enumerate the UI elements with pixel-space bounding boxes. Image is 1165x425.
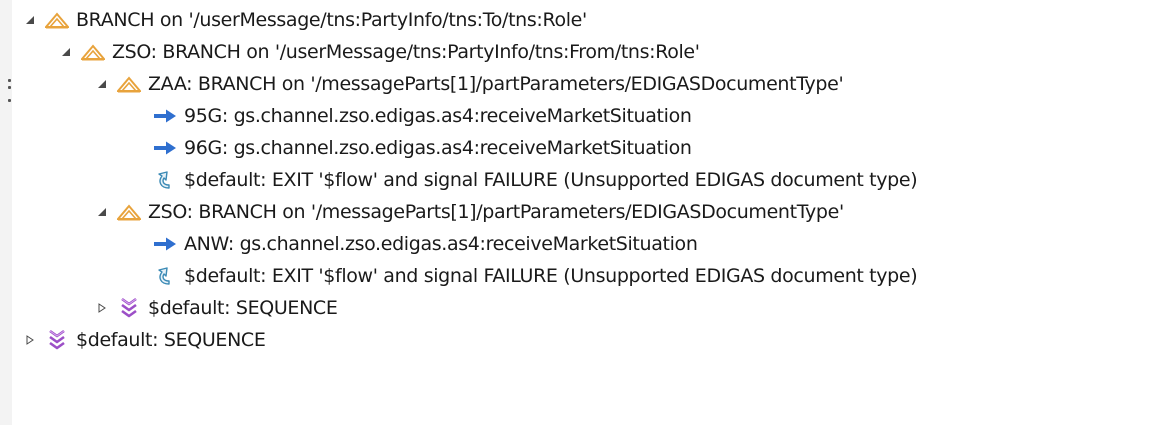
branch-icon [116, 73, 142, 95]
tree-node-zaa-branch-doctype[interactable]: ZAA: BRANCH on '/messageParts[1]/partPar… [94, 68, 844, 100]
tree-node-invoke-95g[interactable]: 95G: gs.channel.zso.edigas.as4:receiveMa… [152, 100, 692, 132]
branch-icon [116, 201, 142, 223]
exit-icon [152, 169, 178, 191]
expanded-triangle-icon[interactable] [94, 204, 110, 220]
branch-icon [44, 9, 70, 31]
branch-icon [80, 41, 106, 63]
tree-node-invoke-anw[interactable]: ANW: gs.channel.zso.edigas.as4:receiveMa… [152, 228, 698, 260]
expanded-triangle-icon[interactable] [58, 44, 74, 60]
gutter-marker [8, 99, 11, 102]
exit-icon [152, 265, 178, 287]
collapsed-triangle-icon[interactable] [94, 300, 110, 316]
tree-node-label: BRANCH on '/userMessage/tns:PartyInfo/tn… [76, 9, 587, 31]
collapsed-triangle-icon[interactable] [22, 332, 38, 348]
tree-node-zso-branch-doctype[interactable]: ZSO: BRANCH on '/messageParts[1]/partPar… [94, 196, 844, 228]
tree-node-label: ZAA: BRANCH on '/messageParts[1]/partPar… [148, 73, 844, 95]
tree-node-invoke-96g[interactable]: 96G: gs.channel.zso.edigas.as4:receiveMa… [152, 132, 692, 164]
sequence-icon [116, 297, 142, 319]
tree-node-default-sequence-outer[interactable]: $default: SEQUENCE [22, 324, 266, 356]
tree-node-label: 96G: gs.channel.zso.edigas.as4:receiveMa… [184, 137, 692, 159]
tree-node-label: ZSO: BRANCH on '/messageParts[1]/partPar… [148, 201, 844, 223]
tree-node-zso-branch-from-role[interactable]: ZSO: BRANCH on '/userMessage/tns:PartyIn… [58, 36, 700, 68]
invoke-arrow-icon [152, 105, 178, 127]
editor-gutter [0, 0, 12, 425]
tree-node-label: $default: EXIT '$flow' and signal FAILUR… [184, 265, 918, 287]
sequence-icon [44, 329, 70, 351]
tree-node-label: $default: SEQUENCE [148, 297, 338, 319]
tree-node-label: 95G: gs.channel.zso.edigas.as4:receiveMa… [184, 105, 692, 127]
tree-node-exit-default-zaa[interactable]: $default: EXIT '$flow' and signal FAILUR… [152, 164, 918, 196]
expanded-triangle-icon[interactable] [94, 76, 110, 92]
tree-node-branch-to-role[interactable]: BRANCH on '/userMessage/tns:PartyInfo/tn… [22, 4, 587, 36]
gutter-marker [8, 86, 11, 89]
tree-node-default-sequence-inner[interactable]: $default: SEQUENCE [94, 292, 338, 324]
gutter-marker [8, 79, 11, 82]
expanded-triangle-icon[interactable] [22, 12, 38, 28]
invoke-arrow-icon [152, 233, 178, 255]
tree-node-label: $default: SEQUENCE [76, 329, 266, 351]
tree-node-label: ZSO: BRANCH on '/userMessage/tns:PartyIn… [112, 41, 700, 63]
tree-node-label: $default: EXIT '$flow' and signal FAILUR… [184, 169, 918, 191]
tree-node-exit-default-zso[interactable]: $default: EXIT '$flow' and signal FAILUR… [152, 260, 918, 292]
tree-node-label: ANW: gs.channel.zso.edigas.as4:receiveMa… [184, 233, 698, 255]
invoke-arrow-icon [152, 137, 178, 159]
